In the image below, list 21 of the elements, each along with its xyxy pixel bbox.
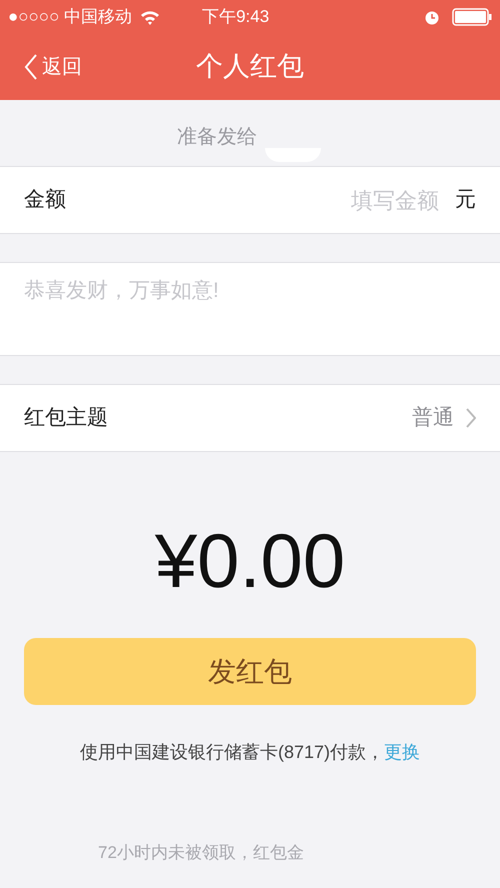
footer-note: 72小时内未被领取，红包金	[98, 843, 304, 862]
page-title: 个人红包	[196, 50, 304, 84]
chevron-left-icon	[24, 52, 38, 80]
amount-label: 金额	[24, 187, 66, 214]
battery-icon	[452, 8, 492, 26]
amount-input[interactable]: 填写金额	[329, 184, 439, 216]
wifi-icon	[140, 8, 160, 24]
theme-value: 普通	[412, 405, 454, 432]
chevron-right-icon	[466, 408, 476, 428]
carrier-text: ●○○○○ 中国移动	[8, 6, 132, 28]
alarm-icon	[424, 8, 440, 24]
back-button[interactable]: 返回	[0, 52, 82, 82]
send-button[interactable]: 发红包	[24, 638, 476, 705]
total-amount: ¥0.00	[154, 524, 346, 600]
theme-label: 红包主题	[24, 405, 108, 432]
recipient-label: 准备发给	[177, 125, 257, 150]
currency-unit: 元	[455, 187, 476, 214]
theme-row[interactable]: 红包主题 普通	[0, 384, 500, 452]
payment-text: 使用中国建设银行储蓄卡(8717)付款，	[80, 741, 384, 764]
message-input[interactable]: 恭喜发财，万事如意!	[0, 262, 500, 356]
time-text: 下午9:43	[202, 6, 270, 28]
